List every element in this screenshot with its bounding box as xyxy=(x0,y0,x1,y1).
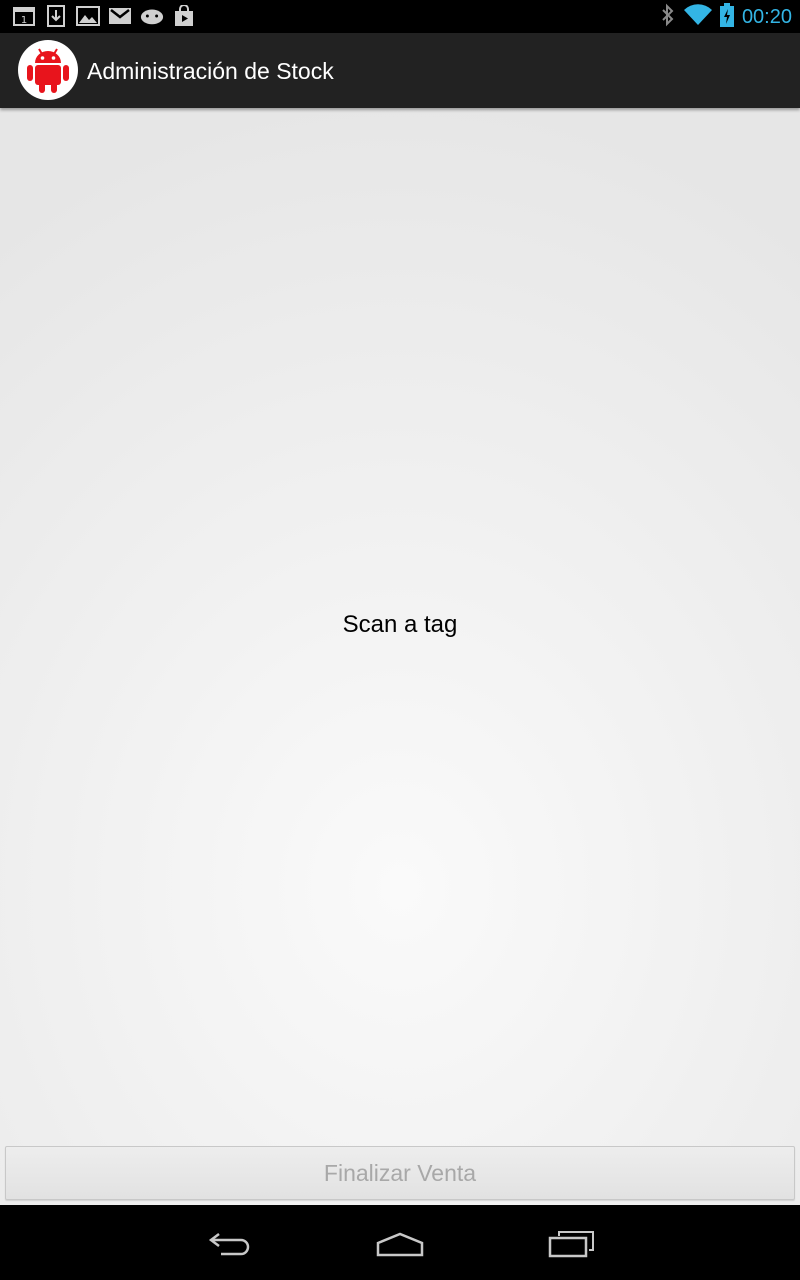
main-content: Scan a tag Finalizar Venta xyxy=(0,108,800,1205)
bluetooth-icon xyxy=(660,3,676,32)
status-clock: 00:20 xyxy=(741,5,792,28)
wifi-icon xyxy=(683,3,712,31)
android-app-icon[interactable] xyxy=(18,40,78,100)
navigation-bar xyxy=(0,1205,800,1280)
recent-apps-icon[interactable] xyxy=(541,1227,601,1261)
system-icons: 00:20 xyxy=(660,2,792,32)
back-icon[interactable] xyxy=(200,1227,260,1261)
action-bar: Administración de Stock xyxy=(0,33,800,108)
page-title: Administración de Stock xyxy=(87,58,334,84)
svg-text:1: 1 xyxy=(21,15,27,26)
battery-charging-icon xyxy=(719,2,734,32)
finalize-sale-button[interactable]: Finalizar Venta xyxy=(5,1146,795,1200)
scan-message: Scan a tag xyxy=(342,611,458,638)
play-store-icon xyxy=(172,5,196,27)
gallery-icon xyxy=(76,5,100,27)
notification-icons: 1 xyxy=(12,5,196,27)
gmail-icon xyxy=(108,5,132,27)
calendar-icon: 1 xyxy=(12,5,36,27)
home-icon[interactable] xyxy=(370,1227,430,1261)
download-icon xyxy=(44,5,68,27)
android-icon xyxy=(140,5,164,27)
status-bar: 1 00:20 xyxy=(0,0,800,33)
